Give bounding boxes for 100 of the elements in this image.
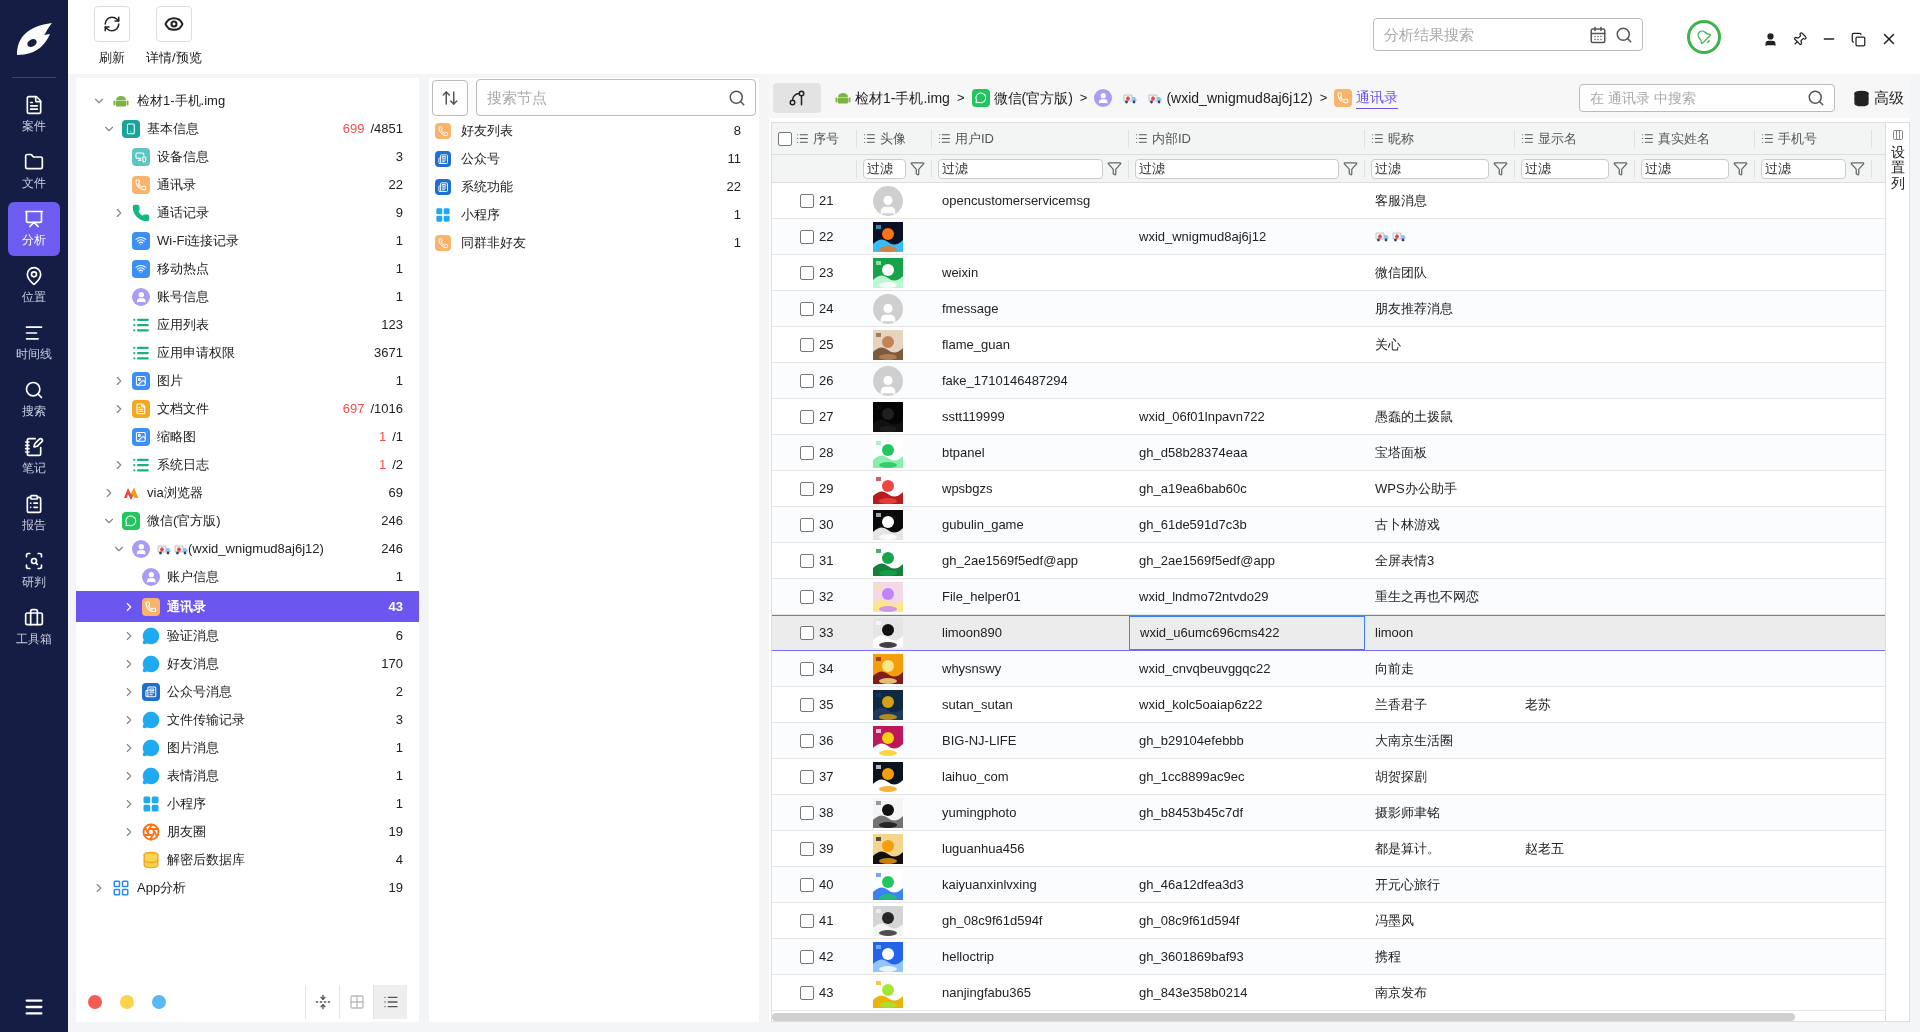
nav-item[interactable]: 位置 bbox=[8, 259, 60, 313]
sort-button[interactable] bbox=[432, 79, 468, 116]
filter-icon[interactable] bbox=[1343, 161, 1358, 176]
breadcrumb-link[interactable]: 通讯录 bbox=[1356, 87, 1399, 109]
list-item[interactable]: 同群非好友 1 bbox=[429, 229, 759, 257]
filter-icon[interactable] bbox=[1107, 161, 1122, 176]
checkbox[interactable] bbox=[800, 877, 814, 892]
checkbox[interactable] bbox=[800, 409, 814, 424]
color-tag[interactable] bbox=[152, 995, 166, 1009]
nav-item[interactable]: 案件 bbox=[8, 88, 60, 142]
tree-item[interactable]: 朋友圈 19 bbox=[76, 818, 419, 846]
table-row[interactable]: 21 opencustomerservicemsg 客服消息 bbox=[772, 183, 1885, 219]
table-row[interactable]: 39 luguanhua456 都是算计。 赵老五 bbox=[772, 831, 1885, 867]
tree-item[interactable]: 微信(官方版) 246 bbox=[76, 507, 419, 535]
checkbox[interactable] bbox=[800, 769, 814, 784]
table-row[interactable]: 24 fmessage 朋友推荐消息 bbox=[772, 291, 1885, 327]
list-icon[interactable] bbox=[1641, 132, 1654, 145]
search-icon[interactable] bbox=[728, 88, 746, 107]
view-button[interactable] bbox=[373, 985, 407, 1019]
menu-icon[interactable] bbox=[23, 996, 45, 1018]
column-header[interactable]: 序号 bbox=[813, 128, 839, 149]
checkbox[interactable] bbox=[800, 445, 814, 460]
table-row[interactable]: 40 kaiyuanxinlvxing gh_46a12dfea3d3 开元心旅行 bbox=[772, 867, 1885, 903]
tree-item[interactable]: 通讯录 22 bbox=[76, 171, 419, 199]
table-row[interactable]: 23 weixin 微信团队 bbox=[772, 255, 1885, 291]
table-row[interactable]: 41 gh_08c9f61d594f gh_08c9f61d594f 冯墨风 bbox=[772, 903, 1885, 939]
checkbox[interactable] bbox=[800, 805, 814, 820]
checkbox[interactable] bbox=[800, 985, 814, 1000]
toolbar-button[interactable]: 详情/预览 bbox=[146, 6, 202, 68]
tree-item[interactable]: (wxid_wnigmud8aj6j12) 246 bbox=[76, 535, 419, 563]
checkbox[interactable] bbox=[800, 949, 814, 964]
color-tag[interactable] bbox=[88, 995, 102, 1009]
search-field[interactable]: 搜索节点 bbox=[476, 79, 756, 116]
tree-item[interactable]: App分析 19 bbox=[76, 874, 419, 902]
search-field[interactable]: 在 通讯录 中搜索 bbox=[1579, 84, 1835, 112]
tree-item[interactable]: 设备信息 3 bbox=[76, 143, 419, 171]
column-header[interactable]: 头像 bbox=[880, 128, 906, 149]
filter-icon[interactable] bbox=[1733, 161, 1748, 176]
search-icon[interactable] bbox=[1615, 25, 1633, 44]
filter-field[interactable]: 过滤 bbox=[1761, 158, 1846, 179]
table-row[interactable]: 38 yumingphoto gh_b8453b45c7df 摄影师聿铭 bbox=[772, 795, 1885, 831]
filter-field[interactable]: 过滤 bbox=[1641, 158, 1729, 179]
column-settings-tab[interactable]: 设置列 bbox=[1890, 145, 1905, 192]
tree-item[interactable]: via浏览器 69 bbox=[76, 479, 419, 507]
tree-item[interactable]: 表情消息 1 bbox=[76, 762, 419, 790]
breadcrumb-link[interactable]: (wxid_wnigmud8aj6j12) bbox=[1166, 87, 1313, 109]
tree-item[interactable]: 账户信息 1 bbox=[76, 563, 419, 591]
table-row[interactable]: 27 sstt119999 wxid_06f01lnpavn722 愚蠢的土拨鼠 bbox=[772, 399, 1885, 435]
nav-item[interactable]: 文件 bbox=[8, 145, 60, 199]
checkbox[interactable] bbox=[778, 131, 792, 146]
nav-item[interactable]: 时间线 bbox=[8, 316, 60, 370]
filter-field[interactable]: 过滤 bbox=[1135, 158, 1339, 179]
table-row[interactable]: 42 helloctrip gh_3601869baf93 携程 bbox=[772, 939, 1885, 975]
nav-item[interactable]: 工具箱 bbox=[8, 601, 60, 655]
tree-item[interactable]: 检材1-手机.img bbox=[76, 87, 419, 115]
tree-item[interactable]: 通话记录 9 bbox=[76, 199, 419, 227]
checkbox[interactable] bbox=[800, 733, 814, 748]
search-icon[interactable] bbox=[1807, 89, 1825, 107]
nav-item[interactable]: 分析 bbox=[8, 202, 60, 256]
filter-field[interactable]: 过滤 bbox=[1371, 158, 1489, 179]
filter-icon[interactable] bbox=[1613, 161, 1628, 176]
list-icon[interactable] bbox=[1371, 132, 1384, 145]
nav-item[interactable]: 笔记 bbox=[8, 430, 60, 484]
columns-icon[interactable] bbox=[1891, 129, 1904, 141]
color-tag[interactable] bbox=[120, 995, 134, 1009]
checkbox[interactable] bbox=[800, 517, 814, 532]
list-item[interactable]: 系统功能 22 bbox=[429, 173, 759, 201]
list-icon[interactable] bbox=[1521, 132, 1534, 145]
tree-item[interactable]: 解密后数据库 4 bbox=[76, 846, 419, 874]
table-row[interactable]: 26 fake_1710146487294 bbox=[772, 363, 1885, 399]
calendar-icon[interactable] bbox=[1589, 25, 1607, 44]
checkbox[interactable] bbox=[800, 841, 814, 856]
checkbox[interactable] bbox=[800, 661, 814, 676]
filter-icon[interactable] bbox=[1850, 161, 1865, 176]
checkbox[interactable] bbox=[800, 697, 814, 712]
table-row[interactable]: 30 gubulin_game gh_61de591d7c3b 古卜林游戏 bbox=[772, 507, 1885, 543]
breadcrumb-link[interactable]: 检材1-手机.img bbox=[855, 87, 950, 109]
advanced-button[interactable]: 高级 bbox=[1853, 86, 1904, 110]
tree-item[interactable]: 应用列表 123 bbox=[76, 311, 419, 339]
column-header[interactable]: 用户ID bbox=[955, 128, 994, 149]
table-row[interactable]: 22 wxid_wnigmud8aj6j12 bbox=[772, 219, 1885, 255]
list-icon[interactable] bbox=[863, 132, 876, 145]
column-header[interactable]: 真实姓名 bbox=[1658, 128, 1710, 149]
toolbar-button[interactable]: 刷新 bbox=[90, 6, 134, 68]
tree-item[interactable]: 文件传输记录 3 bbox=[76, 706, 419, 734]
table-row[interactable]: 28 btpanel gh_d58b28374eaa 宝塔面板 bbox=[772, 435, 1885, 471]
table-row[interactable]: 34 whysnswy wxid_cnvqbeuvggqc22 向前走 bbox=[772, 651, 1885, 687]
search-field[interactable]: 分析结果搜索 bbox=[1373, 18, 1643, 51]
table-row[interactable]: 35 sutan_sutan wxid_kolc5oaiap6z22 兰香君子 老苏 bbox=[772, 687, 1885, 723]
table-row[interactable]: 37 laihuo_com gh_1cc8899ac9ec 胡贺探剧 bbox=[772, 759, 1885, 795]
filter-icon[interactable] bbox=[1493, 161, 1508, 176]
tree-item[interactable]: 验证消息 6 bbox=[76, 622, 419, 650]
tree-item[interactable]: 系统日志 1 /2 bbox=[76, 451, 419, 479]
nav-item[interactable]: 报告 bbox=[8, 487, 60, 541]
checkbox[interactable] bbox=[800, 193, 814, 208]
tree-item[interactable]: 公众号消息 2 bbox=[76, 678, 419, 706]
nav-item[interactable]: 搜索 bbox=[8, 373, 60, 427]
column-header[interactable]: 昵称 bbox=[1388, 128, 1414, 149]
checkbox[interactable] bbox=[800, 553, 814, 568]
table-row[interactable]: 32 File_helper01 wxid_lndmo72ntvdo29 重生之再也不网恋 bbox=[772, 579, 1885, 615]
